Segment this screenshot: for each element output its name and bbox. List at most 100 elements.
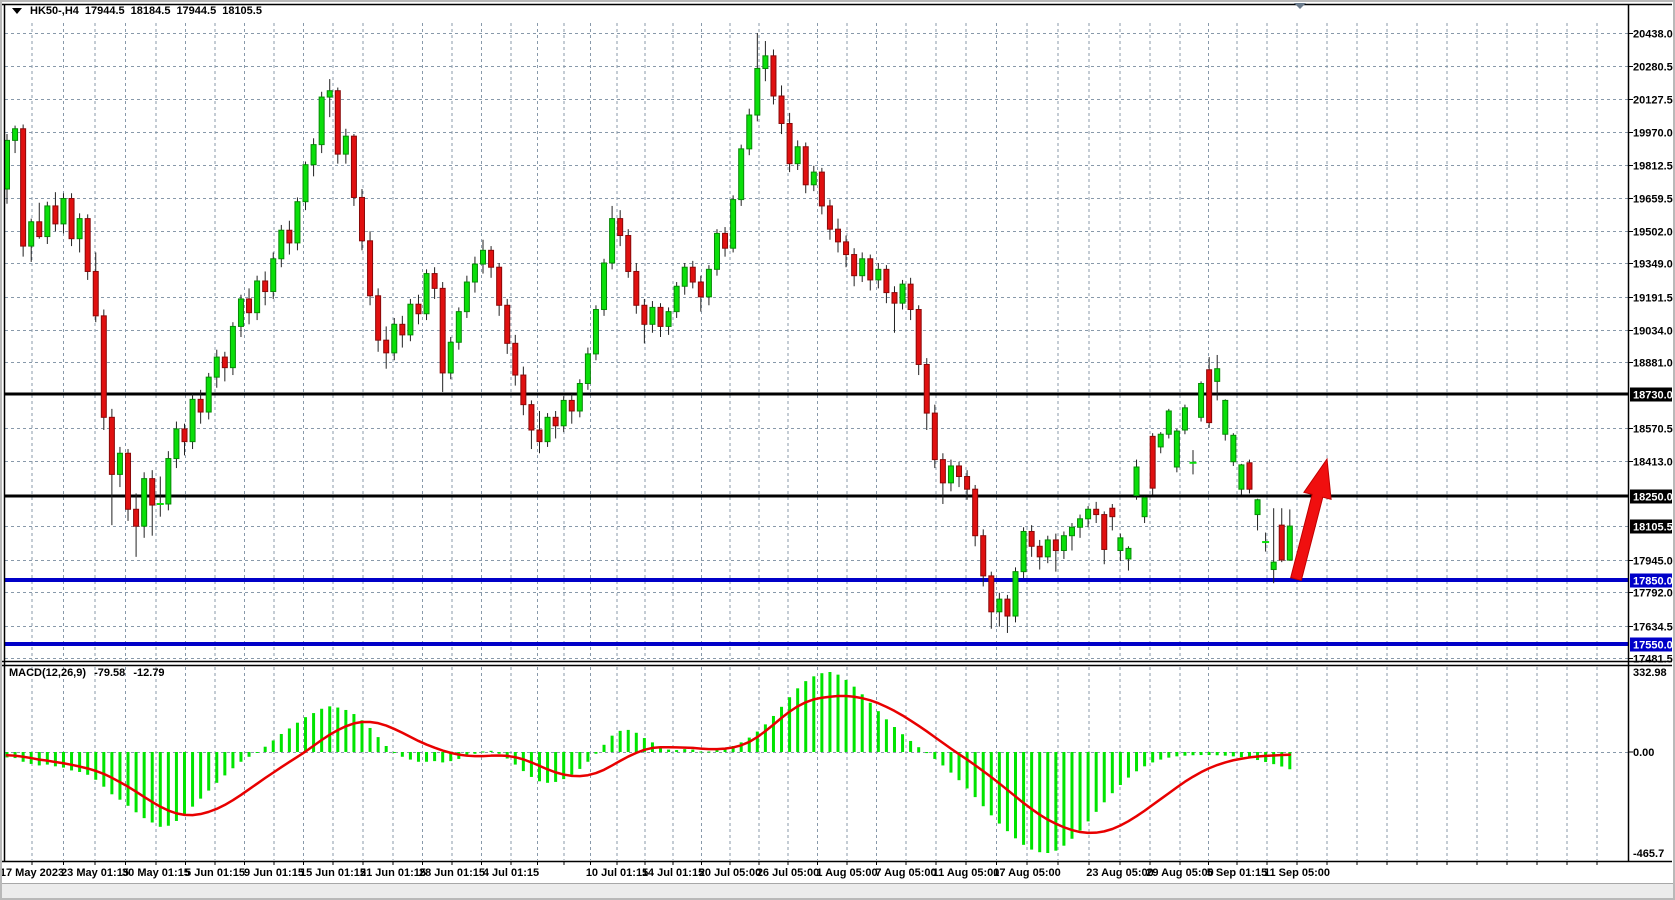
mt4-chart-window[interactable]: 20438.020280.520127.519970.019812.519659… bbox=[0, 0, 1675, 900]
bear-candle bbox=[351, 136, 356, 197]
macd-histogram-bar bbox=[175, 752, 178, 821]
bear-candle bbox=[884, 269, 889, 292]
time-axis-label: 28 Jun 01:15 bbox=[419, 867, 485, 879]
bear-candle bbox=[723, 233, 728, 248]
bear-candle bbox=[93, 271, 98, 315]
bull-candle bbox=[61, 199, 66, 224]
macd-histogram-bar bbox=[941, 752, 944, 765]
bull-candle bbox=[714, 233, 719, 269]
bull-candle bbox=[1174, 431, 1179, 467]
bull-candle bbox=[1239, 465, 1244, 489]
bear-candle bbox=[1247, 463, 1252, 489]
macd-histogram-bar bbox=[1232, 752, 1235, 756]
macd-histogram-bar bbox=[1022, 752, 1025, 845]
bull-candle bbox=[610, 219, 615, 263]
bear-candle bbox=[1102, 515, 1107, 550]
macd-histogram-bar bbox=[207, 752, 210, 791]
bull-candle bbox=[1158, 434, 1163, 447]
price-axis-label: 18881.0 bbox=[1633, 358, 1673, 370]
bull-candle bbox=[1231, 435, 1236, 461]
macd-histogram-bar bbox=[369, 728, 372, 752]
macd-indicator-label: MACD(12,26,9) -79.58 -12.79 bbox=[9, 667, 170, 679]
bull-candle bbox=[860, 259, 865, 276]
bear-candle bbox=[827, 206, 832, 229]
bear-candle bbox=[618, 219, 623, 236]
price-line-label: 18105.5 bbox=[1633, 522, 1673, 534]
bull-candle bbox=[593, 310, 598, 354]
bull-candle bbox=[795, 147, 800, 164]
bull-candle bbox=[1086, 509, 1091, 519]
macd-axis-label: 332.98 bbox=[1633, 667, 1667, 679]
bear-candle bbox=[965, 477, 970, 490]
bull-candle bbox=[311, 145, 316, 165]
bear-candle bbox=[916, 310, 921, 365]
macd-histogram-bar bbox=[828, 672, 831, 752]
bull-candle bbox=[997, 599, 1002, 612]
macd-histogram-bar bbox=[328, 706, 331, 752]
bull-candle bbox=[1166, 411, 1171, 434]
time-axis-label: 29 Aug 05:00 bbox=[1146, 867, 1213, 879]
price-line-label: 18250.0 bbox=[1633, 492, 1673, 504]
bear-candle bbox=[150, 479, 155, 505]
time-axis-label: 23 Aug 05:00 bbox=[1086, 867, 1153, 879]
macd-histogram-bar bbox=[837, 675, 840, 752]
bear-candle bbox=[1279, 525, 1284, 560]
bear-candle bbox=[981, 536, 986, 576]
bull-candle bbox=[577, 383, 582, 410]
macd-histogram-bar bbox=[627, 730, 630, 752]
macd-histogram-bar bbox=[1038, 752, 1041, 852]
bull-candle bbox=[900, 284, 905, 303]
bull-candle bbox=[481, 250, 486, 264]
bull-candle bbox=[1061, 536, 1066, 551]
macd-histogram-bar bbox=[570, 752, 573, 775]
macd-histogram-bar bbox=[46, 752, 49, 765]
macd-main-value: -79.58 bbox=[94, 667, 125, 679]
bull-candle bbox=[303, 165, 308, 202]
price-axis-label: 17634.5 bbox=[1633, 622, 1673, 634]
macd-histogram-bar bbox=[272, 740, 275, 752]
price-line-label: 17550.0 bbox=[1633, 640, 1673, 652]
macd-histogram-bar bbox=[239, 752, 242, 762]
bear-candle bbox=[182, 429, 187, 442]
bear-candle bbox=[787, 123, 792, 163]
macd-histogram-bar bbox=[401, 752, 404, 757]
bear-candle bbox=[779, 96, 784, 123]
macd-histogram-bar bbox=[78, 752, 81, 772]
bear-candle bbox=[658, 307, 663, 326]
quote-close: 18105.5 bbox=[222, 5, 262, 17]
macd-histogram-bar bbox=[619, 731, 622, 752]
bear-candle bbox=[529, 405, 534, 430]
macd-histogram-bar bbox=[86, 752, 89, 775]
macd-histogram-bar bbox=[482, 752, 485, 753]
bull-candle bbox=[206, 377, 211, 412]
bear-candle bbox=[1053, 540, 1058, 551]
chart-shift-marker-icon bbox=[1294, 3, 1306, 9]
macd-histogram-bar bbox=[377, 737, 380, 752]
bear-candle bbox=[819, 172, 824, 206]
bull-candle bbox=[706, 269, 711, 296]
macd-histogram-bar bbox=[1272, 752, 1275, 764]
price-axis-label: 19034.0 bbox=[1633, 326, 1673, 338]
macd-histogram-bar bbox=[344, 710, 347, 752]
macd-histogram-bar bbox=[473, 752, 476, 754]
chart-canvas[interactable]: 20438.020280.520127.519970.019812.519659… bbox=[0, 0, 1675, 900]
time-axis-label: 20 Jul 05:00 bbox=[699, 867, 761, 879]
macd-histogram-bar bbox=[861, 694, 864, 752]
macd-histogram-bar bbox=[611, 736, 614, 752]
macd-histogram-bar bbox=[974, 752, 977, 797]
macd-histogram-bar bbox=[546, 752, 549, 783]
time-axis-label: 10 Jul 01:15 bbox=[586, 867, 648, 879]
macd-histogram-bar bbox=[385, 746, 388, 752]
macd-histogram-bar bbox=[699, 752, 702, 753]
time-axis-label: 23 May 01:15 bbox=[61, 867, 129, 879]
macd-histogram-bar bbox=[360, 720, 363, 752]
macd-histogram-bar bbox=[691, 750, 694, 752]
bear-candle bbox=[489, 250, 494, 267]
bull-candle bbox=[279, 230, 284, 259]
macd-histogram-bar bbox=[772, 716, 775, 752]
bear-candle bbox=[569, 400, 574, 411]
macd-histogram-bar bbox=[998, 752, 1001, 824]
quote-open: 17944.5 bbox=[85, 5, 125, 17]
bull-candle bbox=[948, 466, 953, 483]
macd-name: MACD(12,26,9) bbox=[9, 667, 86, 679]
